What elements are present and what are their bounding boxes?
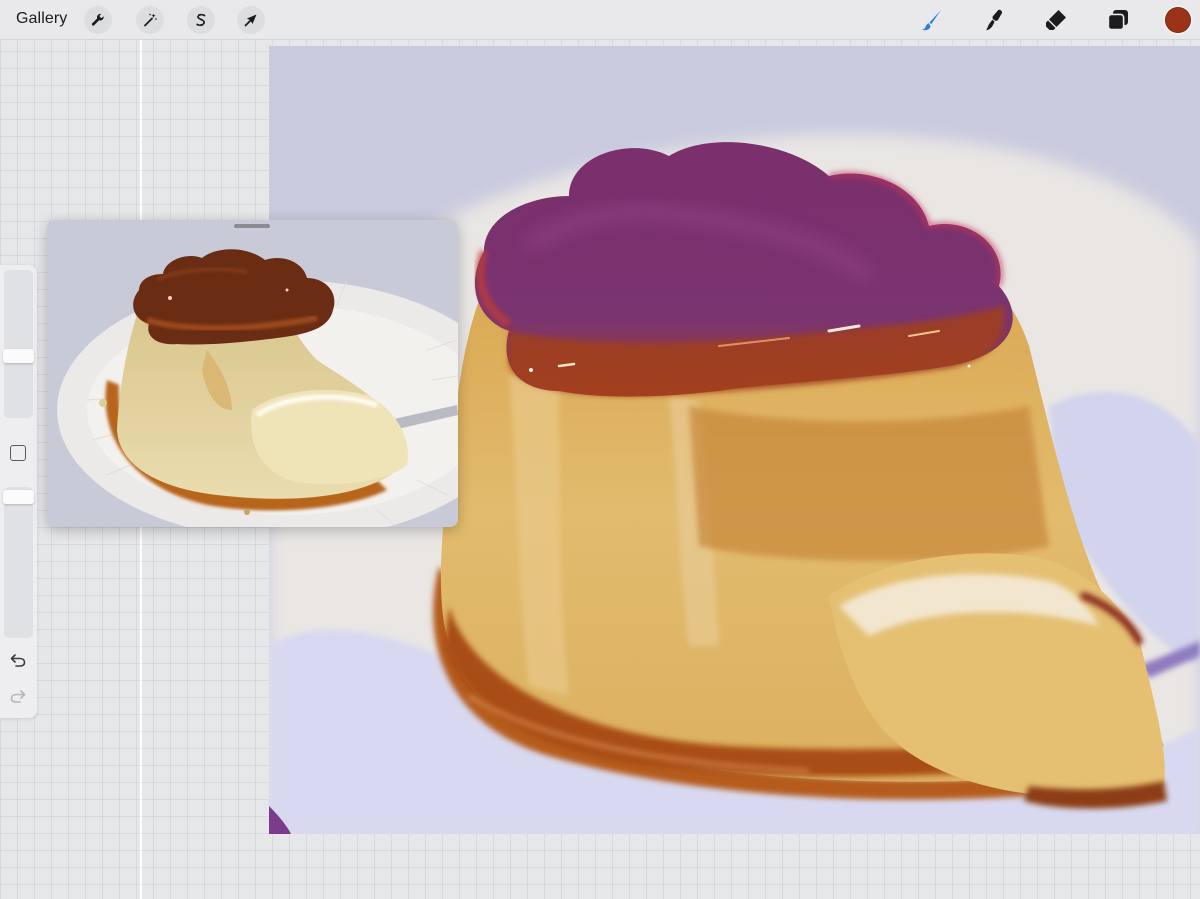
opacity-thumb[interactable] — [3, 490, 34, 504]
magic-wand-icon — [144, 13, 157, 27]
opacity-slider[interactable] — [4, 487, 33, 638]
wrench-icon — [91, 13, 104, 26]
selection-s-icon — [196, 13, 206, 27]
reference-window[interactable] — [47, 220, 458, 527]
adjustments-button[interactable] — [136, 6, 164, 34]
brush-tool-button[interactable] — [918, 6, 946, 34]
selection-button[interactable] — [187, 6, 215, 34]
smudge-icon — [986, 9, 1003, 31]
layers-button[interactable] — [1104, 6, 1132, 34]
eraser-tool-button[interactable] — [1042, 6, 1070, 34]
undo-button[interactable] — [8, 651, 28, 669]
brush-size-thumb[interactable] — [3, 349, 34, 363]
eraser-icon — [1046, 10, 1066, 30]
transform-arrow-icon — [244, 14, 257, 27]
modify-button[interactable] — [10, 445, 26, 461]
reference-drag-handle[interactable] — [234, 224, 270, 228]
brush-icon — [922, 10, 941, 31]
reference-photo — [47, 220, 458, 527]
gallery-button[interactable]: Gallery — [16, 10, 67, 28]
redo-button[interactable] — [8, 687, 28, 705]
redo-icon — [10, 690, 26, 703]
transform-button[interactable] — [237, 6, 265, 34]
left-sidebar — [0, 265, 37, 718]
smudge-tool-button[interactable] — [980, 6, 1008, 34]
color-picker-button[interactable] — [1165, 7, 1191, 33]
undo-icon — [10, 654, 26, 667]
brush-size-slider[interactable] — [4, 270, 33, 418]
actions-button[interactable] — [84, 6, 112, 34]
layers-icon — [1107, 10, 1128, 31]
top-toolbar: Gallery — [0, 0, 1200, 40]
